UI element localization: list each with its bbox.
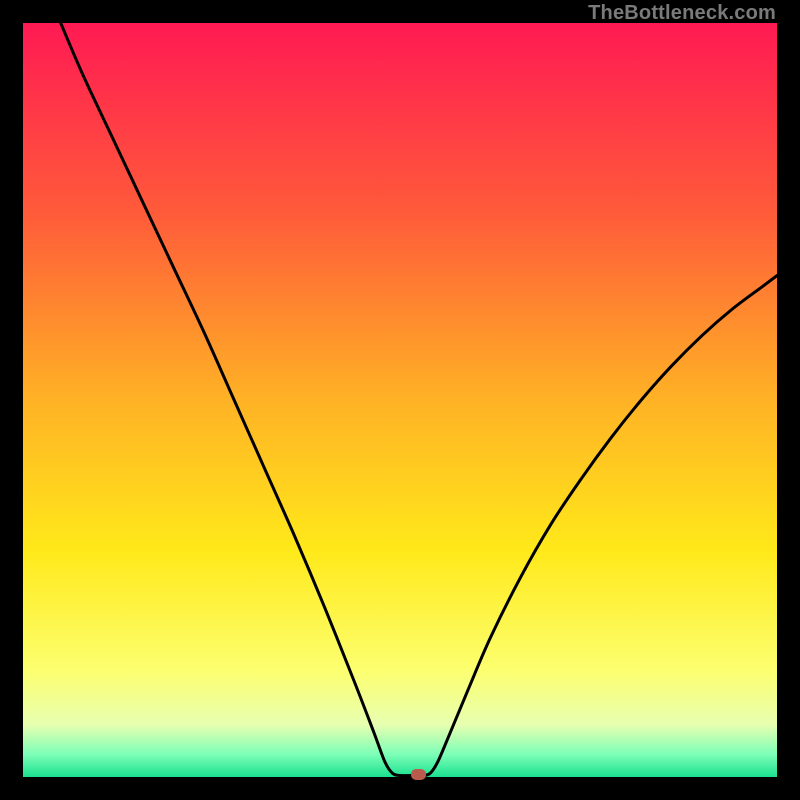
chart-container: TheBottleneck.com	[0, 0, 800, 800]
curve-minimum-marker	[411, 769, 426, 780]
plot-area	[23, 23, 777, 777]
bottleneck-curve	[23, 23, 777, 777]
watermark-text: TheBottleneck.com	[588, 2, 776, 25]
